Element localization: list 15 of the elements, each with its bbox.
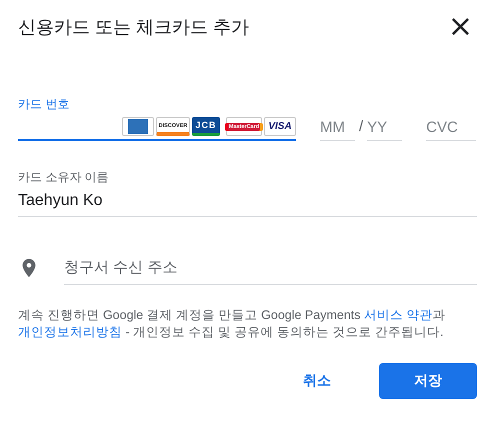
policy-link[interactable]: 개인정보처리방침 [18,325,122,339]
field-label: 카드 소유자 이름 [18,169,110,186]
card-logo: VISA [264,117,296,136]
cardholder-field[interactable]: 카드 소유자 이름 Taehyun Ko [18,169,477,217]
date-separator: / [358,118,364,137]
consent-text: 계속 진행하면 Google 결제 계정을 만들고 Google Payments 서비스 약관과 개인정보처리방침 - 개인정보 수집 및 공유에 동의하는 것으로 간주됩니다. [18,307,446,341]
save-button[interactable]: 저장 [379,363,477,399]
card-logo-icon [122,117,154,136]
field-value: Taehyun Ko [18,192,104,210]
close-button[interactable]: × [444,14,477,40]
policy-link[interactable]: 서비스 약관 [364,308,432,322]
dialog-title: 신용카드 또는 체크카드 추가 [18,16,250,39]
field-label: 카드 번호 [18,96,70,113]
card-logo: JCB [192,117,220,136]
cancel-button[interactable]: 취소 [279,363,355,399]
